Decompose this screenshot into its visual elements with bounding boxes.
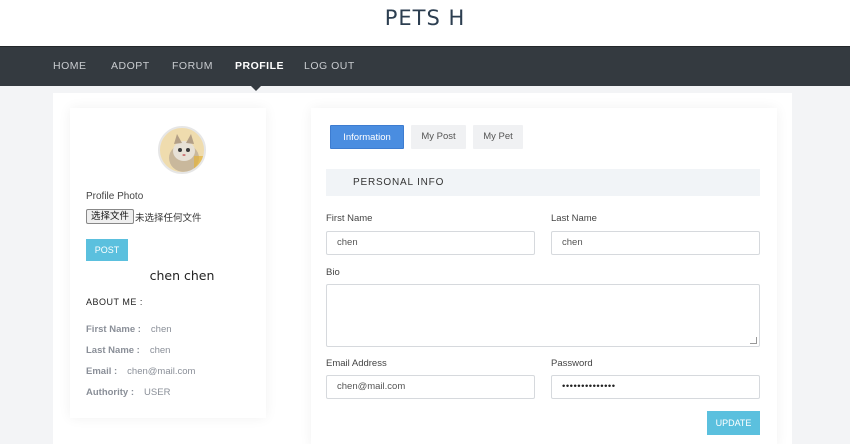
detail-email: Email : chen@mail.com (86, 366, 195, 377)
detail-key: First Name : (86, 324, 141, 335)
detail-value: USER (144, 387, 171, 398)
nav-profile[interactable]: PROFILE (235, 60, 284, 72)
profile-photo-label: Profile Photo (86, 191, 144, 202)
detail-first-name: First Name : chen (86, 324, 172, 335)
email-label: Email Address (326, 358, 387, 369)
tab-information[interactable]: Information (330, 125, 404, 149)
first-name-label: First Name (326, 213, 373, 224)
avatar (158, 126, 206, 174)
bio-label: Bio (326, 267, 340, 278)
detail-value: chen (150, 324, 172, 335)
detail-authority: Authority : USER (86, 387, 170, 398)
section-title: PERSONAL INFO (353, 177, 445, 188)
post-photo-button[interactable]: POST (86, 239, 128, 261)
update-button[interactable]: UPDATE (707, 411, 760, 435)
email-field[interactable]: chen@mail.com (326, 375, 535, 399)
file-status-text: 未选择任何文件 (135, 213, 202, 224)
detail-value: chen@mail.com (127, 366, 196, 377)
main-navbar: HOME ADOPT FORUM PROFILE LOG OUT (0, 46, 850, 86)
last-name-field[interactable]: chen (551, 231, 760, 255)
detail-value: chen (149, 345, 171, 356)
password-field[interactable]: •••••••••••••• (551, 375, 760, 399)
active-nav-caret-icon (250, 85, 262, 91)
tab-my-pet[interactable]: My Pet (473, 125, 523, 149)
detail-key: Email : (86, 366, 118, 377)
top-header: PETS H (0, 0, 850, 46)
personal-info-header: PERSONAL INFO (326, 169, 760, 196)
resize-grip-icon[interactable] (750, 337, 757, 344)
nav-adopt[interactable]: ADOPT (111, 60, 150, 72)
detail-key: Authority : (86, 387, 135, 398)
last-name-label: Last Name (551, 213, 597, 224)
about-me-heading: ABOUT ME : (86, 297, 143, 307)
detail-key: Last Name : (86, 345, 140, 356)
site-title: PETS H (384, 6, 466, 30)
tab-my-post[interactable]: My Post (411, 125, 466, 149)
nav-logout[interactable]: LOG OUT (304, 60, 355, 72)
bio-textarea[interactable] (326, 284, 760, 347)
first-name-field[interactable]: chen (326, 231, 535, 255)
detail-last-name: Last Name : chen (86, 345, 170, 356)
password-label: Password (551, 358, 593, 369)
profile-display-name: chen chen (149, 268, 215, 283)
nav-forum[interactable]: FORUM (172, 60, 213, 72)
nav-home[interactable]: HOME (53, 60, 87, 72)
choose-file-button[interactable]: 选择文件 (86, 209, 135, 224)
